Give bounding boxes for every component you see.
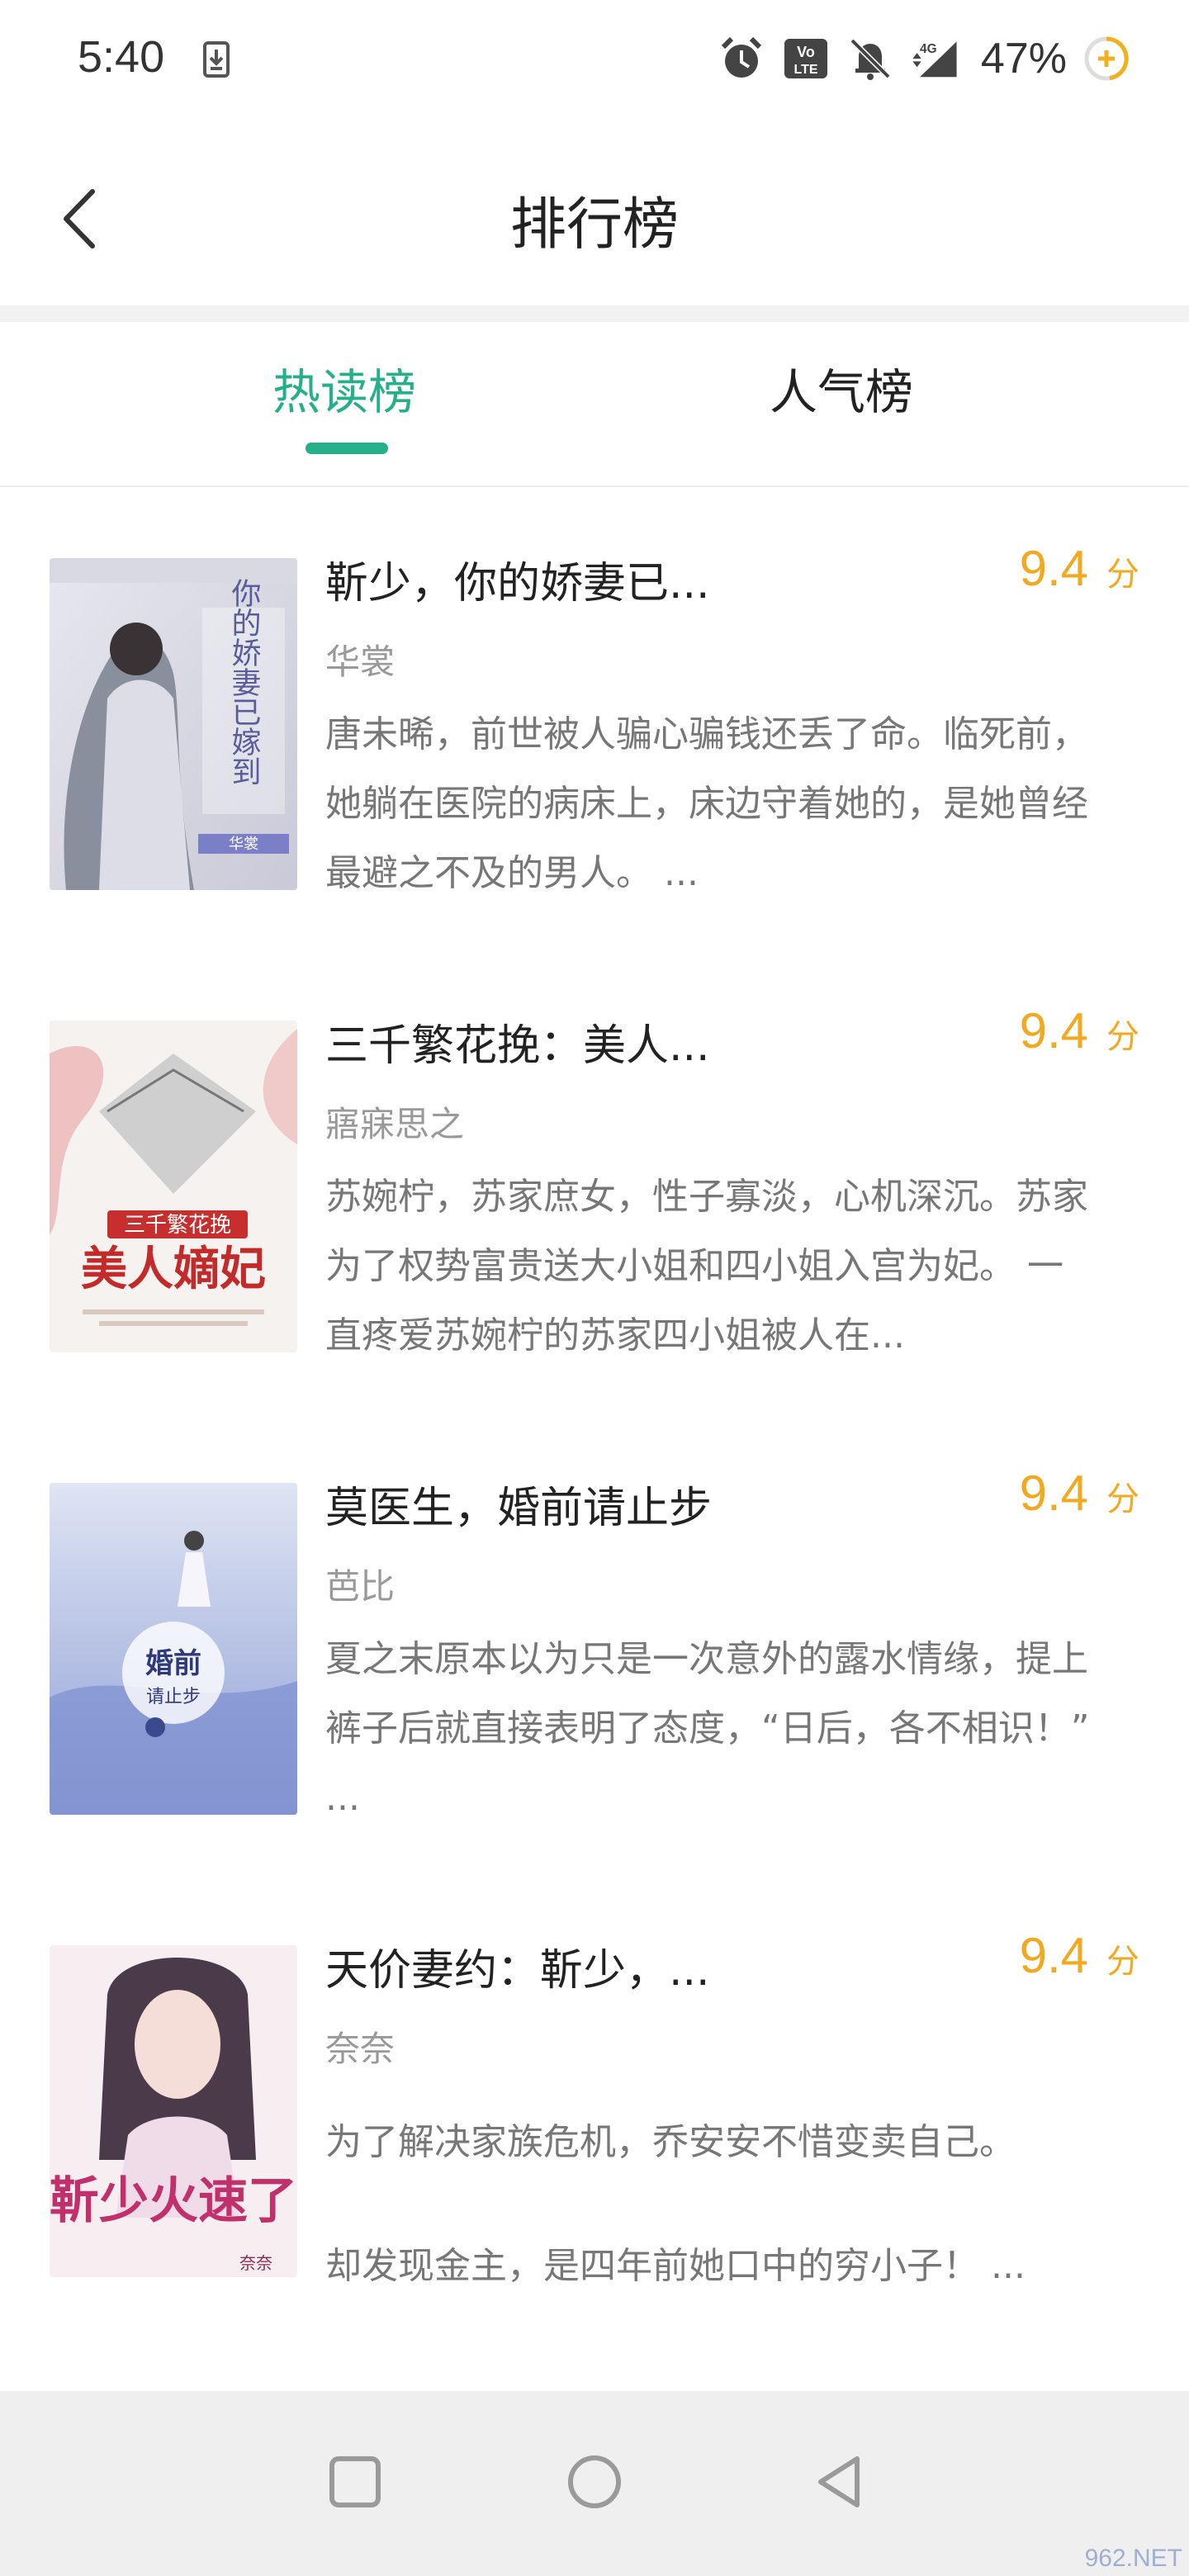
book-title[interactable]: 靳少，你的娇妻已... [325, 548, 710, 610]
book-score: 9.4 分 [1020, 1927, 1139, 1984]
triangle-back-nav-icon[interactable] [808, 2449, 874, 2515]
score-value: 9.4 [1019, 1003, 1088, 1058]
signal-icon: 4G [912, 41, 957, 78]
status-bar: 5:40 Vo LTE 4G 47% [0, 0, 1189, 116]
score-value: 9.4 [1019, 1466, 1088, 1521]
score-unit: 分 [1106, 1018, 1139, 1056]
book-score: 9.4 分 [1020, 540, 1139, 597]
score-value: 9.4 [1019, 1928, 1088, 1983]
cover-title-text: 你的娇妻已嫁到 [227, 578, 262, 786]
cover-author-text: 华裳 [229, 836, 258, 853]
tab-hot-read[interactable]: 热读榜 [272, 353, 416, 423]
book-title[interactable]: 天价妻约：靳少，... [325, 1935, 710, 1997]
tab-popularity[interactable]: 人气榜 [770, 353, 913, 423]
list-item[interactable]: 你的娇妻已嫁到 华裳 靳少，你的娇妻已... 华裳 唐未晞，前世被人骗心骗钱还丢… [0, 495, 1189, 958]
watermark: 962.NET [1084, 2545, 1182, 2572]
book-score: 9.4 分 [1020, 1002, 1139, 1059]
book-cover[interactable]: 靳少火速了 奈奈 [50, 1945, 297, 2277]
top-app-bar: 排行榜 [0, 116, 1189, 305]
page-title: 排行榜 [509, 192, 679, 258]
status-time: 5:40 [78, 32, 165, 82]
mute-icon [850, 38, 891, 80]
active-tab-indicator [306, 443, 388, 454]
score-unit: 分 [1106, 1480, 1139, 1518]
status-icons: Vo LTE 4G 47% [717, 30, 1131, 88]
square-nav-icon[interactable] [322, 2449, 388, 2515]
list-item[interactable]: 靳少火速了 奈奈 天价妻约：靳少，... 奈奈 为了解决家族危机，乔安安不惜变卖… [0, 1882, 1189, 2345]
ranking-tabs: 热读榜 人气榜 [0, 322, 1189, 487]
cover-title-text: 美人嫡妃 [81, 1242, 266, 1296]
book-cover[interactable]: 婚前 请止步 [50, 1483, 297, 1815]
score-unit: 分 [1106, 1943, 1139, 1981]
circle-nav-icon[interactable] [561, 2449, 628, 2515]
book-description: 为了解决家族危机，乔安安不惜变卖自己。 却发现金主，是四年前她口中的穷小子！ .… [325, 2121, 1026, 2287]
cover-author-text: 奈奈 [239, 2253, 272, 2273]
cover-title-text: 婚前 [145, 1647, 201, 1680]
book-title[interactable]: 莫医生，婚前请止步 [325, 1473, 712, 1535]
cover-subtitle-text: 三千繁花挽 [124, 1213, 231, 1238]
svg-text:LTE: LTE [793, 63, 817, 77]
volte-icon: Vo LTE [784, 39, 827, 78]
book-description: 唐未晞，前世被人骗心骗钱还丢了命。临死前，她躺在医院的病床上，床边守着她的，是她… [325, 713, 1088, 894]
download-icon [203, 41, 230, 78]
cover-subtitle-text: 请止步 [146, 1687, 201, 1707]
book-author: 芭比 [325, 1566, 396, 1607]
cover-title-text: 靳少火速了 [50, 2172, 297, 2230]
network-label: 4G [920, 42, 937, 56]
section-divider [0, 305, 1189, 322]
score-value: 9.4 [1019, 541, 1088, 596]
list-item[interactable]: 三千繁花挽 美人嫡妃 三千繁花挽：美人... 寤寐思之 苏婉柠，苏家庶女，性子寡… [0, 958, 1189, 1420]
alarm-icon [721, 36, 762, 78]
book-title[interactable]: 三千繁花挽：美人... [325, 1011, 710, 1073]
battery-percent: 47% [980, 35, 1067, 83]
book-description: 夏之末原本以为只是一次意外的露水情缘，提上裤子后就直接表明了态度，“日后，各不相… [325, 1638, 1090, 1819]
score-unit: 分 [1106, 556, 1139, 594]
battery-icon [1084, 36, 1129, 81]
book-description: 苏婉柠，苏家庶女，性子寡淡，心机深沉。苏家为了权势富贵送大小姐和四小姐入宫为妃。… [325, 1176, 1088, 1357]
list-item[interactable]: 婚前 请止步 莫医生，婚前请止步 芭比 夏之末原本以为只是一次意外的露水情缘，提… [0, 1420, 1189, 1882]
book-author: 奈奈 [325, 2029, 396, 2069]
book-author: 寤寐思之 [325, 1104, 465, 1144]
book-cover[interactable]: 三千繁花挽 美人嫡妃 [50, 1020, 297, 1352]
book-cover[interactable]: 你的娇妻已嫁到 华裳 [50, 558, 297, 890]
book-score: 9.4 分 [1020, 1465, 1139, 1522]
book-author: 华裳 [325, 642, 396, 682]
svg-text:Vo: Vo [797, 44, 815, 60]
system-navigation-bar: 962.NET [0, 2391, 1189, 2576]
